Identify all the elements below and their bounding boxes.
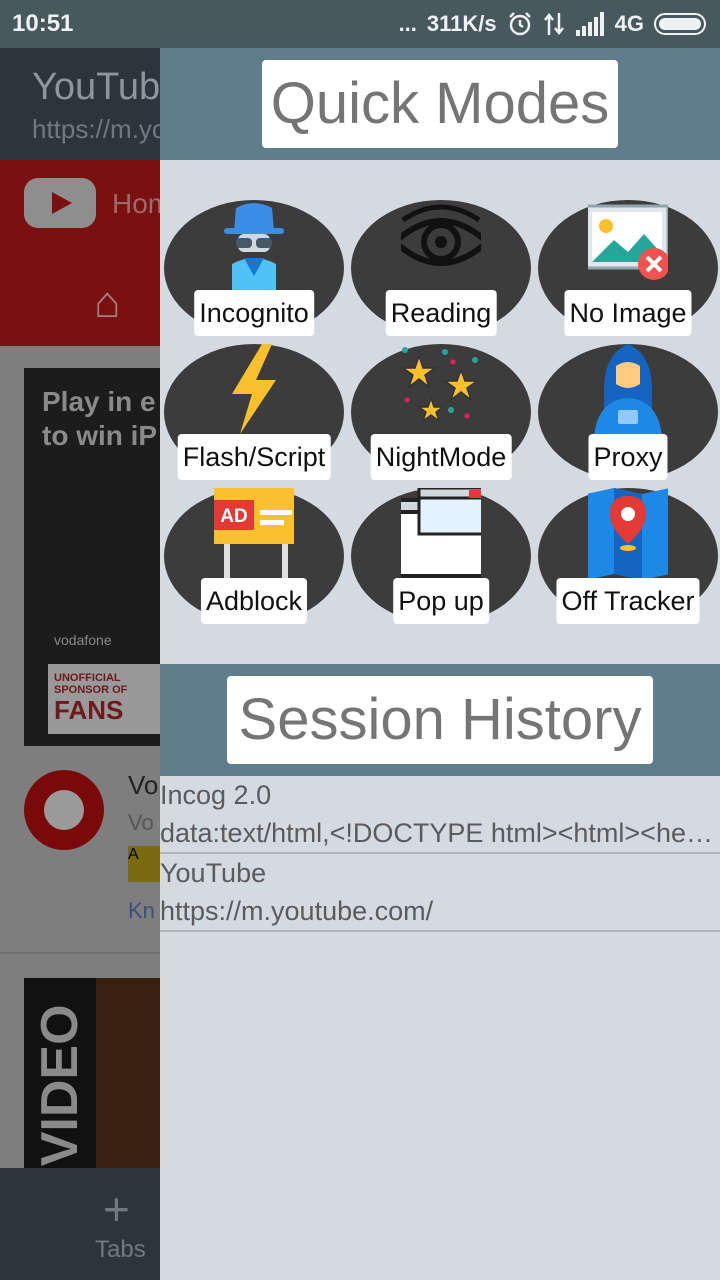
battery-icon <box>654 13 706 35</box>
history-item-title: YouTube <box>160 858 267 888</box>
alarm-clock-icon <box>508 12 531 36</box>
mode-label: Flash/Script <box>177 434 331 480</box>
history-item-url: https://m.youtube.com/ <box>160 896 434 926</box>
bg-ad-sponsor: UNOFFICIAL SPONSOR OF FANS <box>48 664 160 734</box>
bg-page-title: YouTube <box>32 66 160 108</box>
mode-label: No Image <box>564 290 692 336</box>
mode-off-tracker[interactable]: Off Tracker <box>538 488 718 628</box>
quick-modes-drawer: Quick Modes Incognito Reading No Image F… <box>160 48 720 1280</box>
bg-youtube-bar: Home ⌂ <box>0 160 160 346</box>
history-item-title: Incog 2.0 <box>160 780 272 810</box>
network-type: 4G <box>614 11 644 36</box>
signal-icon <box>575 12 604 36</box>
bg-home-text: Home <box>112 188 160 219</box>
lightning-icon <box>232 344 276 434</box>
mode-adblock[interactable]: AD Adblock <box>164 488 344 628</box>
hooded-user-icon <box>594 344 662 436</box>
more-dots-icon: ... <box>398 11 417 36</box>
mode-proxy[interactable]: Proxy <box>538 344 718 484</box>
bg-bottom-bar: + Tabs <box>0 1168 160 1280</box>
bg-page-url: https://m.youtube.com/ <box>32 114 160 144</box>
stars-icon <box>401 347 480 424</box>
data-transfer-icon <box>543 12 564 36</box>
mode-label: Off Tracker <box>556 578 700 624</box>
bg-result-sub: Vo <box>128 810 154 835</box>
status-icons: ... 311K/s 4G <box>399 8 706 40</box>
quick-modes-title: Quick Modes <box>262 60 618 148</box>
session-history-title: Session History <box>227 676 653 764</box>
status-bar: 10:51 ... 311K/s 4G <box>0 0 720 48</box>
popup-window-icon <box>401 488 481 578</box>
map-pin-icon <box>588 488 668 580</box>
bg-divider <box>0 952 160 954</box>
bg-ad-line1: Play in e <box>42 386 156 417</box>
quick-modes-header: Quick Modes <box>160 48 720 160</box>
bg-ad-fans: FANS <box>54 695 124 725</box>
vodafone-logo-icon <box>24 770 104 850</box>
mode-popup[interactable]: Pop up <box>351 488 531 628</box>
bg-ad-image: Play in e to win iP vodafone UNOFFICIAL … <box>24 368 160 746</box>
history-item-url: data:text/html,<!DOCTYPE html><html><hea… <box>160 818 720 848</box>
mode-label: Adblock <box>200 578 308 624</box>
mode-nightmode[interactable]: NightMode <box>351 344 531 484</box>
mode-flash-script[interactable]: Flash/Script <box>164 344 344 484</box>
ad-sign-icon: AD <box>214 488 294 580</box>
youtube-logo-icon <box>24 178 96 228</box>
no-image-icon <box>588 204 668 280</box>
incognito-icon <box>224 203 284 292</box>
mode-label: Pop up <box>393 578 489 624</box>
bg-ad-sponsor-text: UNOFFICIAL SPONSOR OF <box>54 672 128 696</box>
mode-incognito[interactable]: Incognito <box>164 200 344 340</box>
bg-result-link: Kn <box>128 898 155 923</box>
mode-label: Reading <box>385 290 497 336</box>
bg-ad-brand: vodafone <box>54 632 112 648</box>
mode-reading[interactable]: Reading <box>351 200 531 340</box>
bg-titlebar: YouTube https://m.youtube.com/ <box>0 48 160 160</box>
history-item[interactable]: Incog 2.0 data:text/html,<!DOCTYPE html>… <box>160 776 720 854</box>
mode-label: Incognito <box>194 290 314 336</box>
background-app: YouTube https://m.youtube.com/ Home ⌂ Pl… <box>0 48 160 1280</box>
history-item[interactable]: YouTube https://m.youtube.com/ <box>160 854 720 932</box>
bg-tabs-label: Tabs <box>95 1236 146 1263</box>
bg-content: Play in e to win iP vodafone UNOFFICIAL … <box>0 346 160 1246</box>
mode-label: Proxy <box>588 434 668 480</box>
mode-no-image[interactable]: No Image <box>538 200 718 340</box>
svg-text:AD: AD <box>220 506 247 527</box>
status-time: 10:51 <box>12 10 74 37</box>
add-tab-icon: + <box>103 1183 130 1235</box>
mode-label: NightMode <box>370 434 512 480</box>
bg-ad-line2: to win iP <box>42 420 158 451</box>
bg-result-title: Vo <box>128 770 159 800</box>
eye-icon <box>401 204 481 266</box>
home-icon: ⌂ <box>94 278 121 327</box>
bg-result-badge: A <box>128 846 160 882</box>
session-history-header: Session History <box>160 664 720 776</box>
network-speed: 311K/s <box>426 11 497 36</box>
